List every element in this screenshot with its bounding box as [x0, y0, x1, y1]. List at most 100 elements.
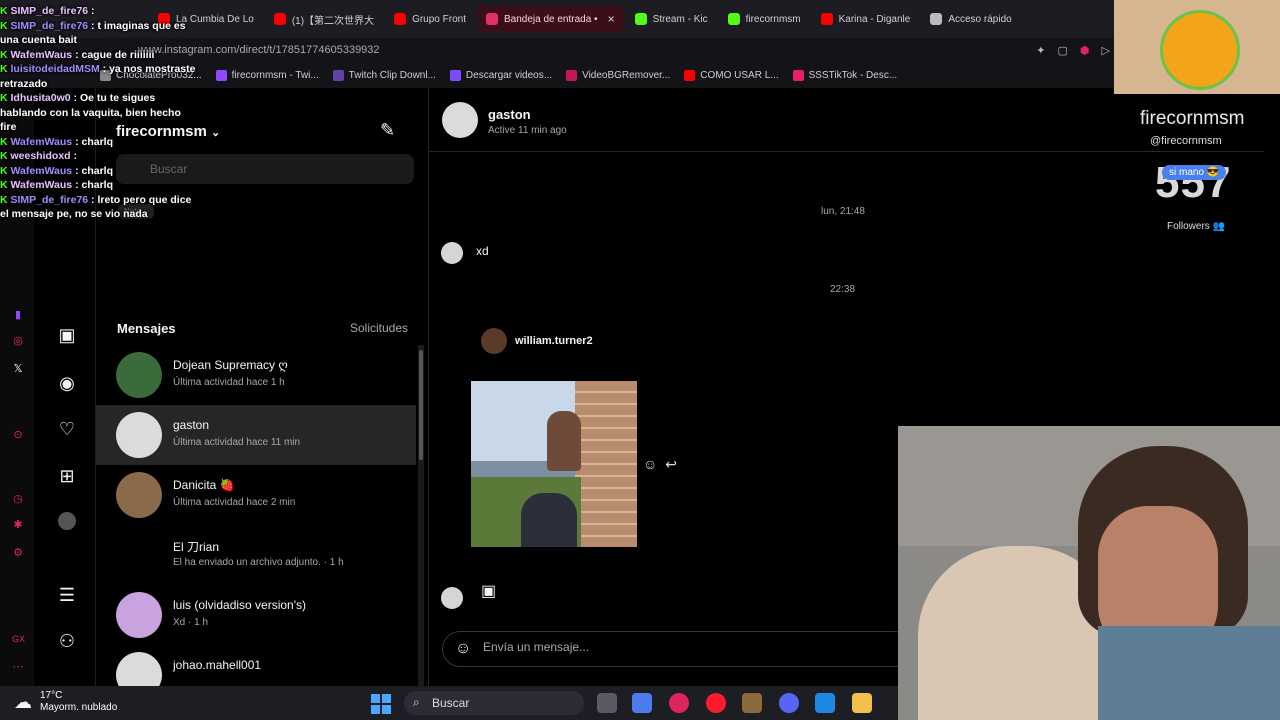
shared-post-header[interactable]: william.turner2 — [481, 328, 593, 354]
file-explorer-icon[interactable] — [852, 693, 872, 713]
contact-avatar[interactable] — [442, 102, 478, 138]
browser-tab[interactable]: Bandeja de entrada • × — [477, 6, 623, 32]
stream-chat-message: K WafemWaus : charlq — [0, 164, 200, 179]
browser-tab[interactable]: Acceso rápido — [922, 6, 1019, 32]
meta-apps-icon[interactable]: ⚇ — [56, 630, 78, 652]
reels-icon[interactable]: ▣ — [56, 324, 78, 346]
profile-avatar[interactable] — [58, 512, 76, 530]
emoji-icon[interactable]: ☺ — [455, 640, 471, 658]
stream-chat-message: K luisitodeidadMSM : ya nos mostraste re… — [0, 62, 200, 91]
bookmark-label: Descargar videos... — [465, 69, 553, 81]
emoji-react-icon[interactable]: ☺ — [643, 456, 657, 473]
minecraft-icon[interactable] — [742, 693, 762, 713]
message-composer: ☺ — [442, 631, 912, 667]
messages-title: Mensajes — [117, 321, 176, 336]
browser-tools: ✦ ▢ ⬢ ▷ — [1036, 44, 1110, 57]
app-icon[interactable] — [815, 693, 835, 713]
twitch-icon[interactable]: ▮ — [12, 308, 24, 321]
chevron-down-icon: ⌄ — [211, 127, 221, 139]
kick-badge-icon: K — [0, 150, 11, 162]
browser-tab[interactable]: Karina - Diganle — [813, 6, 919, 32]
inbox-scroll-thumb[interactable] — [419, 350, 423, 460]
pin-icon[interactable]: ✦ — [1036, 44, 1045, 57]
settings-icon[interactable]: ⚙ — [12, 546, 24, 559]
bookmark-item[interactable]: Twitch Clip Downl... — [332, 69, 436, 81]
youtube-icon — [820, 13, 833, 25]
bookmark-item[interactable]: VideoBGRemover... — [566, 69, 670, 81]
conversation-item[interactable]: gaston Última actividad hace 11 min — [96, 405, 416, 465]
conversation-name: luis (olvidadiso version's) — [173, 598, 307, 612]
windows-start-icon[interactable] — [371, 694, 391, 714]
browser-tab[interactable]: firecornmsm — [720, 6, 809, 32]
play-icon[interactable]: ▷ — [1102, 44, 1110, 57]
discord-icon[interactable] — [779, 693, 799, 713]
gx-icon[interactable]: GX — [12, 634, 25, 646]
tab-label: firecornmsm — [745, 13, 801, 25]
conversation-item[interactable]: Dojean Supremacy ღ Última actividad hace … — [96, 345, 416, 405]
kick-badge-icon: K — [0, 48, 11, 61]
overlay-channel-name: firecornmsm — [1140, 108, 1245, 129]
stream-chat-message: K Idhusita0w0 : Oe tu te sigues hablando… — [0, 91, 200, 135]
browser-tab[interactable]: Grupo Front — [386, 6, 474, 32]
overlay-badge: si mano 😎 — [1162, 165, 1227, 180]
extensions-icon[interactable]: ✱ — [12, 518, 24, 531]
opera-icon[interactable] — [706, 693, 726, 713]
conversation-item[interactable]: El 刀rian El ha enviado un archivo adjunto… — [96, 525, 416, 585]
youtube-icon — [394, 13, 407, 25]
shield-icon[interactable]: ⬢ — [1080, 44, 1090, 57]
message-input[interactable] — [483, 640, 883, 654]
x-icon[interactable]: 𝕏 — [12, 362, 24, 375]
heart-icon[interactable]: ♡ — [56, 418, 78, 440]
bookmark-icon — [566, 69, 578, 81]
chat-text: : charlq — [75, 135, 114, 148]
windows-taskbar: ☁ 17°C Mayorm. nublado ⌕ Buscar — [0, 686, 898, 720]
avatar — [116, 532, 162, 578]
conversation-item[interactable]: Danicita 🍓 Última actividad hace 2 min — [96, 465, 416, 525]
stream-chat-message: K WafemWaus : charlq — [0, 178, 200, 193]
contact-name[interactable]: gaston — [488, 107, 531, 122]
taskbar-search[interactable]: ⌕ Buscar — [404, 691, 584, 715]
requests-link[interactable]: Solicitudes — [350, 321, 408, 335]
bookmark-item[interactable]: Descargar videos... — [449, 69, 553, 81]
player-icon[interactable]: ⊙ — [12, 428, 24, 441]
bookmark-label: Twitch Clip Downl... — [348, 69, 436, 81]
copilot-icon[interactable] — [632, 693, 652, 713]
tab-label: Acceso rápido — [948, 13, 1012, 25]
instagram-icon — [485, 13, 498, 25]
opera-gx-icon[interactable] — [669, 693, 689, 713]
chat-username: Idhusita0w0 — [10, 92, 71, 104]
stream-chat-message: K SIMP_de_fire76 : lreto pero que dice e… — [0, 193, 200, 222]
instagram-icon[interactable]: ◎ — [12, 334, 24, 347]
bookmark-item[interactable]: SSSTikTok - Desc... — [792, 69, 897, 81]
messenger-icon[interactable]: ◉ — [56, 372, 78, 394]
kick-badge-icon: K — [0, 135, 11, 148]
chat-text: : charlq — [75, 179, 114, 191]
task-view-icon[interactable] — [597, 693, 617, 713]
shared-reel-thumbnail[interactable] — [471, 381, 637, 547]
more-icon[interactable]: ⋯ — [12, 660, 24, 673]
overlay-handle: @firecornmsm — [1150, 135, 1222, 147]
compose-icon[interactable]: ✎ — [380, 120, 395, 141]
reply-icon[interactable]: ↩ — [665, 456, 677, 473]
sender-avatar — [441, 587, 463, 609]
contact-status: Active 11 min ago — [488, 125, 567, 136]
chat-username: SIMP_de_fire76 — [10, 19, 89, 32]
weather-widget[interactable]: ☁ 17°C Mayorm. nublado — [14, 690, 117, 714]
screenshot-icon[interactable]: ▢ — [1058, 44, 1068, 57]
close-icon[interactable]: × — [608, 12, 615, 26]
reel-actions: ☺ ↩ — [643, 456, 677, 473]
browser-tab[interactable]: (1)【第二次世界大 — [266, 6, 382, 32]
create-icon[interactable]: ⊞ — [56, 465, 78, 487]
chat-username: WafemWaus — [10, 164, 73, 177]
bookmark-item[interactable]: COMO USAR L... — [684, 69, 779, 81]
browser-tab[interactable]: Stream - Kic — [627, 6, 716, 32]
history-icon[interactable]: ◷ — [12, 492, 24, 505]
reel-icon[interactable]: ▣ — [481, 581, 496, 601]
conversation-item[interactable]: luis (olvidadiso version's) Xd · 1 h — [96, 585, 416, 645]
timestamp: lun, 21:48 — [821, 206, 865, 217]
kick-badge-icon: K — [0, 19, 11, 32]
menu-icon[interactable]: ☰ — [56, 584, 78, 606]
chat-username: SIMP_de_fire76 — [10, 5, 89, 17]
bookmark-item[interactable]: firecornmsm - Twi... — [215, 69, 319, 81]
message-text[interactable]: xd — [476, 244, 489, 258]
